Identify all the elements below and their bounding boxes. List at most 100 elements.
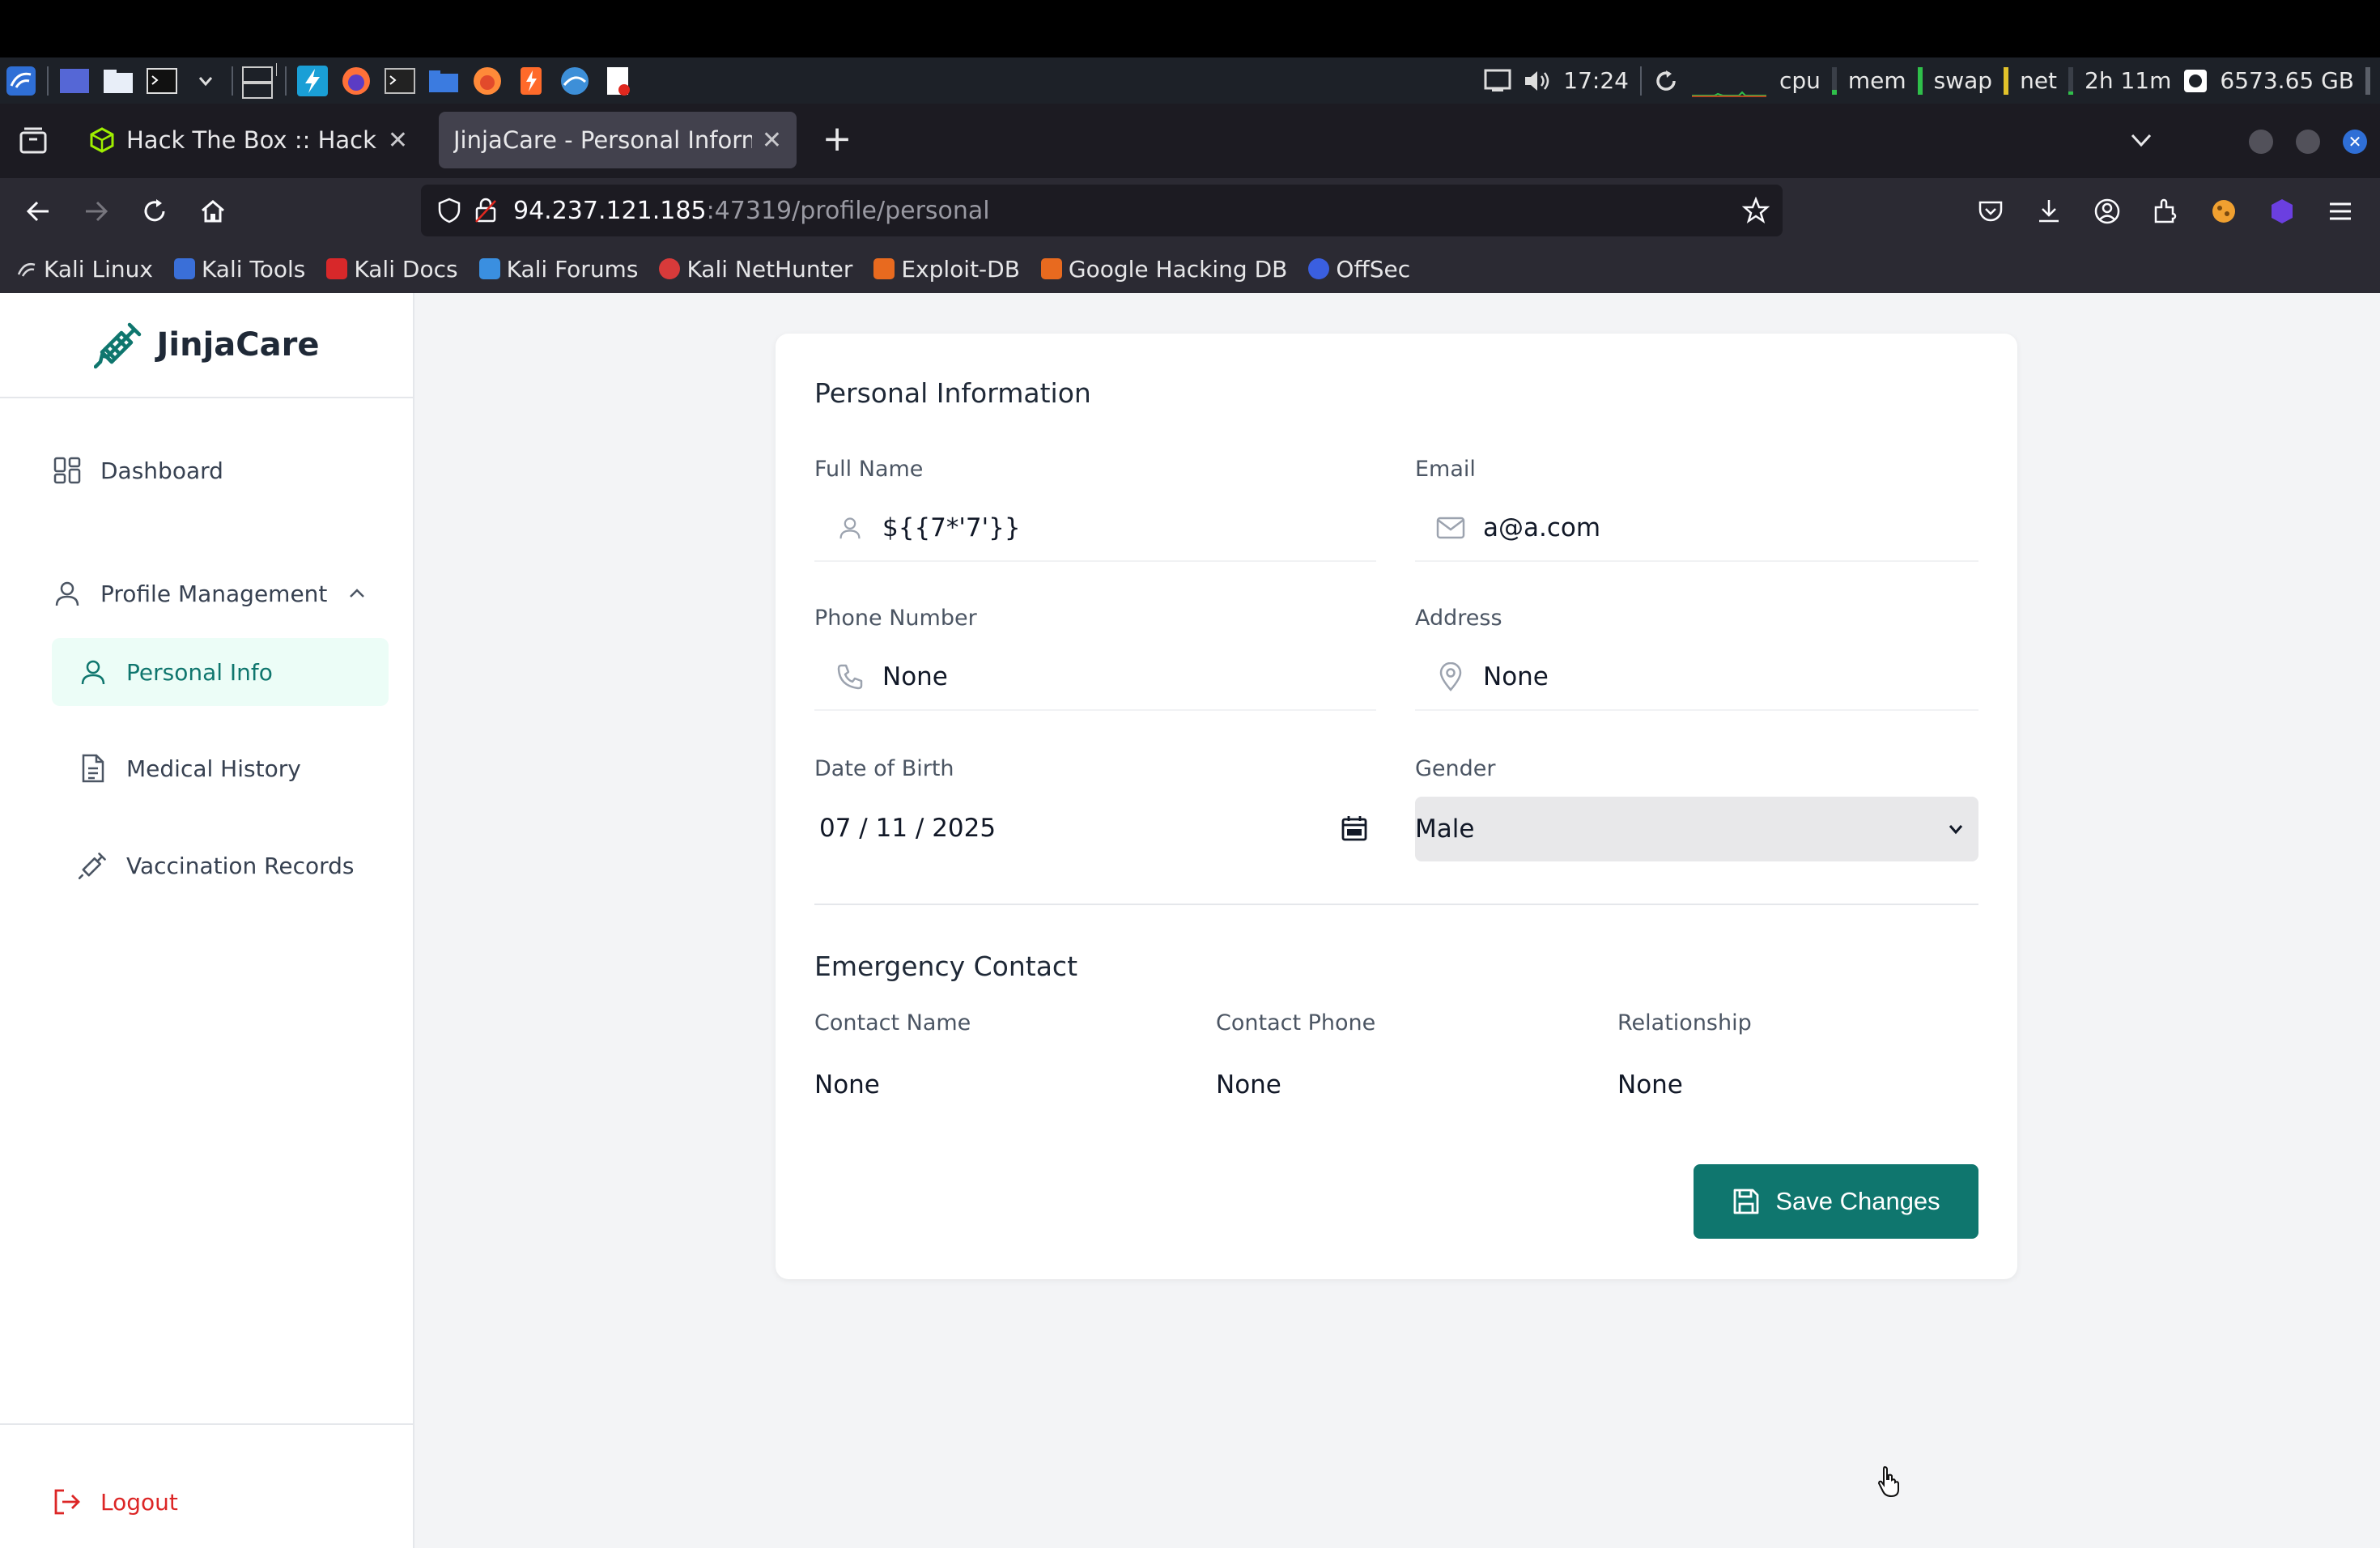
address-label: Address [1415, 606, 1502, 631]
disk-free: 6573.65 GB [2220, 67, 2354, 94]
bookmark-label: Kali Docs [354, 255, 458, 283]
pocket-icon[interactable] [1972, 193, 2009, 230]
contact-phone-value: None [1216, 1070, 1281, 1099]
full-name-field[interactable]: ${{7*'7'}} [814, 495, 1376, 562]
user-icon [834, 512, 866, 544]
reload-icon[interactable] [136, 193, 173, 230]
firefox-icon[interactable] [470, 63, 505, 99]
syringe-icon [78, 850, 108, 881]
sidebar-item-personal-info[interactable]: Personal Info [52, 638, 389, 706]
tab-title: JinjaCare - Personal Information [453, 126, 752, 154]
file-manager-icon[interactable] [100, 63, 136, 99]
gender-label: Gender [1415, 756, 1496, 781]
back-icon[interactable] [19, 193, 57, 230]
user-icon [52, 578, 83, 609]
bookmark-kali-nethunter[interactable]: Kali NetHunter [659, 256, 852, 283]
list-all-tabs-icon[interactable] [2129, 128, 2153, 152]
new-tab-button[interactable]: + [818, 121, 856, 160]
logout-button[interactable]: Logout [52, 1486, 178, 1517]
sidebar-divider [0, 1423, 413, 1425]
bookmark-kali-forums[interactable]: Kali Forums [478, 255, 639, 283]
chevron-down-icon[interactable] [188, 63, 223, 99]
bookmark-star-icon[interactable] [1742, 197, 1770, 224]
volume-icon[interactable] [1523, 69, 1552, 93]
desktop-taskbar: 17:24 cpu mem swap net 2h 11m 6573.65 GB [0, 57, 2380, 104]
bookmark-exploit-db[interactable]: Exploit-DB [873, 256, 1020, 283]
terminal-icon[interactable] [144, 63, 180, 99]
document-viewer-icon[interactable] [601, 63, 636, 99]
relationship-label: Relationship [1617, 1010, 1752, 1036]
phone-number-value: None [882, 662, 948, 691]
display-icon[interactable] [1484, 69, 1511, 93]
phone-number-field[interactable]: None [814, 644, 1376, 711]
save-changes-label: Save Changes [1775, 1187, 1940, 1215]
home-icon[interactable] [194, 193, 232, 230]
minimize-button[interactable] [2249, 130, 2273, 154]
sidebar-item-profile-management[interactable]: Profile Management [52, 578, 368, 609]
contact-name-label: Contact Name [814, 1010, 971, 1036]
chevron-down-icon [1946, 819, 1966, 839]
tab-overview-icon[interactable] [18, 125, 49, 155]
maximize-button[interactable] [2296, 130, 2320, 154]
chevron-up-icon[interactable] [346, 583, 368, 604]
bookmark-google-hacking-db[interactable]: Google Hacking DB [1040, 256, 1287, 283]
download-icon[interactable] [2030, 193, 2068, 230]
personal-information-card: Personal Information Full Name ${{7*'7'}… [776, 334, 2017, 1279]
bolt-app-icon[interactable] [295, 63, 330, 99]
calendar-icon[interactable] [1341, 814, 1368, 842]
terminal-icon[interactable] [382, 63, 418, 99]
bookmark-label: Exploit-DB [901, 255, 1020, 283]
phone-icon [834, 661, 866, 693]
email-field[interactable]: a@a.com [1415, 495, 1978, 562]
tab-hackthebox[interactable]: Hack The Box :: Hack The Box ✕ [74, 112, 423, 168]
close-icon[interactable]: ✕ [388, 126, 408, 155]
forward-icon[interactable] [78, 193, 115, 230]
url-bar[interactable]: 94.237.121.185:47319/profile/personal [421, 185, 1783, 236]
shield-icon[interactable] [437, 198, 461, 223]
uptime: 2h 11m [2085, 67, 2172, 94]
date-of-birth-input[interactable]: 07 / 11 / 2025 [814, 795, 1376, 861]
cpu-meter [1831, 66, 1837, 95]
bookmark-label: Kali Linux [44, 255, 153, 283]
kali-menu-icon[interactable] [3, 63, 39, 99]
firefox-icon[interactable] [338, 63, 374, 99]
sidebar-item-medical-history[interactable]: Medical History [78, 753, 301, 784]
gender-value: Male [1415, 814, 1475, 844]
close-window-button[interactable]: ✕ [2343, 130, 2367, 154]
extension-hex-icon[interactable] [2263, 193, 2301, 230]
wireshark-icon[interactable] [557, 63, 593, 99]
logout-icon [52, 1486, 83, 1517]
bookmark-label: Kali Forums [506, 255, 639, 283]
syringe-icon [93, 320, 144, 370]
brand[interactable]: JinjaCare [0, 293, 413, 398]
folder-icon[interactable] [426, 63, 461, 99]
sidebar-item-vaccination-records[interactable]: Vaccination Records [78, 850, 354, 881]
net-label: net [2020, 67, 2058, 94]
address-field[interactable]: None [1415, 644, 1978, 711]
menu-icon[interactable] [2322, 193, 2359, 230]
sidebar-item-dashboard[interactable]: Dashboard [52, 455, 223, 486]
burpsuite-icon[interactable] [513, 63, 549, 99]
save-changes-button[interactable]: Save Changes [1694, 1164, 1978, 1239]
lock-insecure-icon[interactable] [474, 198, 497, 223]
account-icon[interactable] [2089, 193, 2126, 230]
ghdb-icon [1040, 258, 1062, 279]
sidebar-item-label: Personal Info [126, 658, 273, 686]
close-icon[interactable]: ✕ [762, 126, 782, 155]
tab-jinjacare[interactable]: JinjaCare - Personal Information ✕ [439, 112, 797, 168]
bookmark-kali-linux[interactable]: Kali Linux [16, 256, 153, 283]
workspace-1-icon[interactable] [57, 63, 92, 99]
contact-phone-label: Contact Phone [1216, 1010, 1376, 1036]
bookmark-kali-docs[interactable]: Kali Docs [326, 255, 458, 283]
gender-select[interactable]: Male [1415, 797, 1978, 861]
bookmark-kali-tools[interactable]: Kali Tools [173, 256, 305, 283]
mouse-cursor-icon [1876, 1465, 1902, 1498]
bookmark-offsec[interactable]: OffSec [1308, 256, 1410, 283]
workspace-switcher-icon[interactable] [241, 63, 277, 99]
extension-cookie-icon[interactable] [2205, 193, 2242, 230]
document-icon [78, 753, 108, 784]
refresh-icon[interactable] [1653, 68, 1679, 94]
extensions-icon[interactable] [2147, 193, 2184, 230]
swap-label: swap [1933, 67, 1993, 94]
kali-tools-icon [173, 258, 195, 279]
